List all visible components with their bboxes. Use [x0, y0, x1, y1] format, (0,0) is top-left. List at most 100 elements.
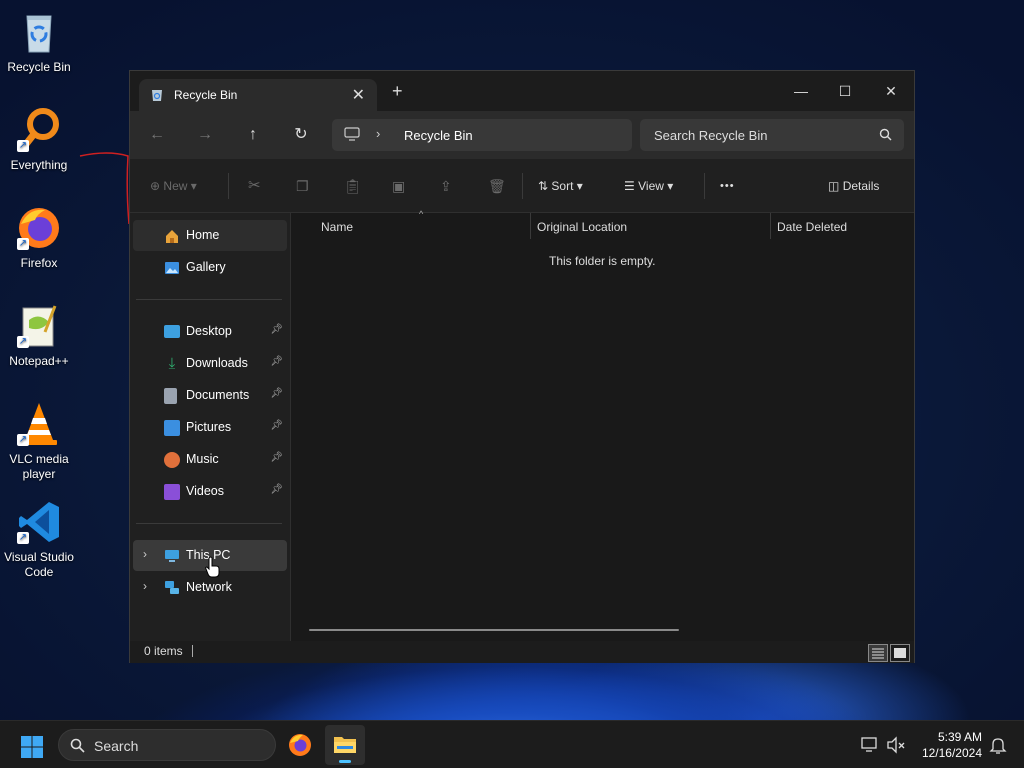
- sidebar-item-documents[interactable]: Documents 📌︎: [133, 380, 287, 411]
- delete-icon[interactable]: 🗑︎: [488, 175, 506, 197]
- minimize-button[interactable]: —: [778, 77, 824, 105]
- column-header-original-location[interactable]: Original Location: [537, 220, 627, 234]
- column-header-name[interactable]: Name: [321, 220, 353, 234]
- chevron-right-icon[interactable]: ›: [376, 126, 380, 141]
- search-icon: [70, 738, 85, 753]
- rename-icon[interactable]: ▣: [392, 175, 405, 197]
- status-bar: 0 items: [130, 641, 914, 663]
- search-box[interactable]: Search Recycle Bin: [640, 119, 904, 151]
- address-bar[interactable]: › Recycle Bin: [332, 119, 632, 151]
- system-clock[interactable]: 5:39 AM 12/16/2024: [922, 729, 982, 761]
- file-explorer-icon: [334, 737, 356, 753]
- pin-icon[interactable]: 📌︎: [270, 388, 283, 399]
- column-divider[interactable]: [530, 213, 531, 239]
- refresh-icon[interactable]: ↻: [288, 123, 314, 147]
- pin-icon[interactable]: 📌︎: [270, 324, 283, 335]
- sort-ascending-icon: ^: [419, 209, 424, 219]
- forward-icon[interactable]: →: [192, 123, 218, 147]
- sidebar-item-music[interactable]: Music 📌︎: [133, 444, 287, 475]
- network-status-icon[interactable]: [860, 735, 880, 755]
- sidebar-item-desktop[interactable]: Desktop 📌︎: [133, 316, 287, 347]
- search-icon: [879, 128, 892, 141]
- file-list-pane[interactable]: Name ^ Original Location Date Deleted Th…: [290, 209, 914, 641]
- desktop-icon-recycle-bin[interactable]: Recycle Bin: [2, 8, 76, 75]
- divider: [522, 173, 523, 199]
- desktop-icon-firefox[interactable]: ↗ Firefox: [2, 204, 76, 271]
- taskbar-search-label: Search: [94, 738, 139, 754]
- tab-close-icon[interactable]: ✕: [352, 85, 365, 105]
- details-pane-icon: ◫: [828, 179, 840, 193]
- chevron-down-icon: ▾: [190, 179, 197, 193]
- sidebar-item-gallery[interactable]: Gallery: [133, 252, 287, 283]
- file-explorer-window[interactable]: Recycle Bin ✕ + — ☐ ✕ ← → ↑ ↻ › Recycle …: [129, 70, 915, 663]
- windows-start-icon[interactable]: [20, 735, 44, 759]
- close-button[interactable]: ✕: [868, 77, 914, 105]
- item-count: 0 items: [144, 644, 183, 658]
- pin-icon[interactable]: 📌︎: [270, 420, 283, 431]
- breadcrumb-recycle-bin[interactable]: Recycle Bin: [404, 128, 473, 143]
- details-view-icon[interactable]: [868, 644, 888, 662]
- red-annotation-stroke: [79, 152, 130, 225]
- up-icon[interactable]: ↑: [240, 123, 266, 147]
- pin-icon[interactable]: 📌︎: [270, 356, 283, 367]
- pictures-folder-icon: [164, 420, 180, 436]
- view-icon: ☰: [624, 179, 635, 193]
- volume-muted-icon[interactable]: [886, 735, 906, 755]
- column-divider[interactable]: [770, 213, 771, 239]
- shortcut-arrow-icon: ↗: [17, 434, 29, 446]
- this-pc-icon: [165, 550, 179, 562]
- gallery-icon: [165, 262, 179, 274]
- horizontal-scrollbar[interactable]: [309, 629, 679, 631]
- details-button[interactable]: ◫ Details: [828, 175, 879, 197]
- sidebar-item-downloads[interactable]: ⤓ Downloads 📌︎: [133, 348, 287, 379]
- sidebar-item-videos[interactable]: Videos 📌︎: [133, 476, 287, 507]
- chevron-right-icon[interactable]: ›: [143, 579, 147, 593]
- sidebar-item-label: Downloads: [186, 356, 248, 370]
- pin-icon[interactable]: 📌︎: [270, 484, 283, 495]
- desktop-icon-label: Firefox: [20, 256, 58, 270]
- more-options-icon[interactable]: •••: [720, 175, 735, 197]
- new-button[interactable]: ⊕ New ▾: [150, 175, 197, 197]
- vscode-icon: ↗: [15, 498, 63, 546]
- sort-label: Sort: [551, 179, 574, 193]
- sidebar-item-pictures[interactable]: Pictures 📌︎: [133, 412, 287, 443]
- desktop-icon-everything[interactable]: ↗ Everything: [2, 106, 76, 173]
- chevron-down-icon: ▾: [576, 179, 583, 193]
- sort-button[interactable]: ⇅ Sort ▾: [538, 175, 583, 197]
- maximize-button[interactable]: ☐: [822, 77, 868, 105]
- tiles-view-icon[interactable]: [890, 644, 910, 662]
- chevron-down-icon: ▾: [667, 179, 674, 193]
- column-header-date-deleted[interactable]: Date Deleted: [777, 220, 847, 234]
- desktop-icon-notepad-plus-plus[interactable]: ↗ Notepad++: [2, 302, 76, 369]
- taskbar-firefox[interactable]: [280, 725, 320, 765]
- title-bar[interactable]: Recycle Bin ✕ + — ☐ ✕: [130, 71, 914, 111]
- pin-icon[interactable]: 📌︎: [270, 452, 283, 463]
- command-bar: ⊕ New ▾ ✂ ❐ 📋︎ ▣ ⇪ 🗑︎ ⇅ Sort ▾ ☰ View ▾ …: [130, 159, 914, 213]
- taskbar-search[interactable]: Search: [58, 729, 276, 761]
- tab-recycle-bin[interactable]: Recycle Bin ✕: [139, 79, 377, 111]
- desktop-icon-vscode[interactable]: ↗ Visual Studio Code: [2, 498, 76, 580]
- divider: [704, 173, 705, 199]
- sidebar-item-home[interactable]: Home: [133, 220, 287, 251]
- copy-icon[interactable]: ❐: [296, 175, 309, 197]
- chevron-right-icon[interactable]: ›: [143, 547, 147, 561]
- divider: [136, 523, 282, 524]
- view-button[interactable]: ☰ View ▾: [624, 175, 673, 197]
- cut-icon[interactable]: ✂: [248, 175, 261, 197]
- recycle-bin-icon: [152, 90, 162, 101]
- active-app-indicator: [339, 760, 351, 763]
- back-icon[interactable]: ←: [144, 123, 170, 147]
- shortcut-arrow-icon: ↗: [17, 140, 29, 152]
- computer-icon: [344, 127, 360, 141]
- notification-bell-icon[interactable]: [988, 735, 1008, 755]
- desktop-icon-vlc[interactable]: ↗ VLC media player: [2, 400, 76, 482]
- share-icon[interactable]: ⇪: [440, 175, 452, 197]
- clock-time: 5:39 AM: [937, 730, 982, 744]
- shortcut-arrow-icon: ↗: [17, 532, 29, 544]
- taskbar-file-explorer[interactable]: [325, 725, 365, 765]
- network-icon: [165, 581, 179, 594]
- new-tab-icon[interactable]: +: [392, 82, 403, 100]
- paste-icon[interactable]: 📋︎: [344, 175, 362, 197]
- documents-folder-icon: [164, 388, 177, 404]
- music-folder-icon: [164, 452, 180, 468]
